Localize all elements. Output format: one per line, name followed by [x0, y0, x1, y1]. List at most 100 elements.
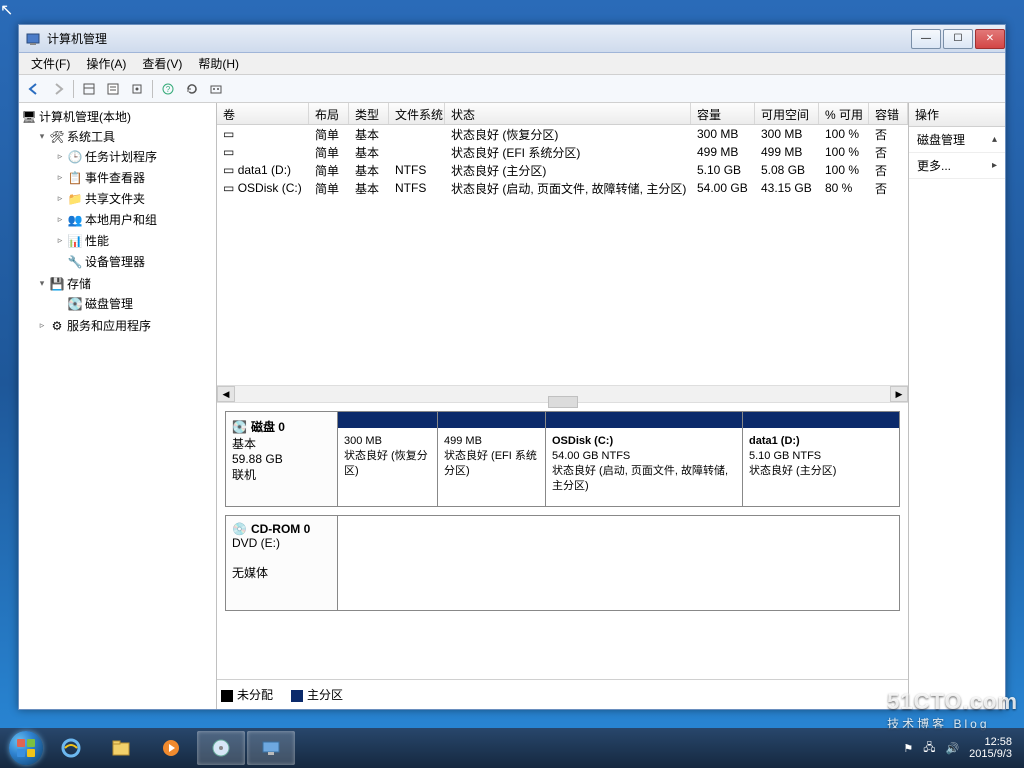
- cdrom-0-info[interactable]: 💿 CD-ROM 0 DVD (E:) 无媒体: [226, 516, 338, 610]
- tree-root[interactable]: 🖥 计算机管理(本地): [21, 107, 214, 126]
- volume-list-header[interactable]: 卷 布局 类型 文件系统 状态 容量 可用空间 % 可用 容错: [217, 103, 908, 125]
- col-fault[interactable]: 容错: [869, 103, 908, 124]
- tree-item-label: 设备管理器: [85, 253, 145, 270]
- content-pane: 卷 布局 类型 文件系统 状态 容量 可用空间 % 可用 容错 ▭ 简单 基本 …: [217, 103, 909, 709]
- expander-icon[interactable]: ▹: [37, 320, 47, 331]
- menu-action[interactable]: 操作(A): [78, 53, 134, 74]
- partition-osdisk[interactable]: OSDisk (C:) 54.00 GB NTFS 状态良好 (启动, 页面文件…: [546, 412, 743, 506]
- cdrom-0-row[interactable]: 💿 CD-ROM 0 DVD (E:) 无媒体: [225, 515, 900, 611]
- scroll-thumb[interactable]: [548, 396, 578, 408]
- col-capacity[interactable]: 容量: [691, 103, 755, 124]
- actions-disk-management[interactable]: 磁盘管理 ▴: [909, 127, 1005, 153]
- vol-status: 状态良好 (主分区): [445, 162, 691, 179]
- expander-icon[interactable]: ▹: [55, 235, 65, 246]
- vol-status: 状态良好 (EFI 系统分区): [445, 144, 691, 161]
- vol-cap: 499 MB: [691, 145, 755, 159]
- close-button[interactable]: ✕: [975, 29, 1005, 49]
- tree-shared-folders[interactable]: ▹📁共享文件夹: [21, 189, 214, 208]
- scroll-right-button[interactable]: ▶: [890, 386, 908, 402]
- system-tray[interactable]: ⚑ 🖧 🔊 12:58 2015/9/3: [903, 736, 1018, 760]
- properties-button[interactable]: [102, 78, 124, 100]
- actions-more[interactable]: 更多... ▸: [909, 153, 1005, 179]
- taskbar[interactable]: ⚑ 🖧 🔊 12:58 2015/9/3: [0, 728, 1024, 768]
- chevron-right-icon: ▸: [992, 160, 997, 171]
- vol-cap: 54.00 GB: [691, 181, 755, 195]
- taskbar-disc-app[interactable]: [197, 731, 245, 765]
- back-button[interactable]: [23, 78, 45, 100]
- event-icon: 📋: [67, 170, 83, 186]
- computer-icon: 🖥: [21, 109, 37, 125]
- legend: 未分配 主分区: [217, 679, 908, 709]
- expander-icon[interactable]: ▹: [55, 172, 65, 183]
- refresh-button[interactable]: [181, 78, 203, 100]
- expander-icon[interactable]: ▾: [37, 131, 47, 142]
- maximize-button[interactable]: ☐: [943, 29, 973, 49]
- tray-volume-icon[interactable]: 🔊: [945, 742, 959, 755]
- col-layout[interactable]: 布局: [309, 103, 349, 124]
- col-free[interactable]: 可用空间: [755, 103, 819, 124]
- taskbar-ie[interactable]: [47, 731, 95, 765]
- volume-row[interactable]: ▭ 简单 基本 状态良好 (恢复分区) 300 MB 300 MB 100 % …: [217, 125, 908, 143]
- volume-row[interactable]: ▭ data1 (D:) 简单 基本 NTFS 状态良好 (主分区) 5.10 …: [217, 161, 908, 179]
- services-icon: ⚙: [49, 318, 65, 334]
- help-button[interactable]: ?: [157, 78, 179, 100]
- part-status: 状态良好 (启动, 页面文件, 故障转储, 主分区): [552, 464, 736, 494]
- col-pctfree[interactable]: % 可用: [819, 103, 869, 124]
- tray-network-icon[interactable]: 🖧: [923, 739, 935, 758]
- vol-fault: 否: [869, 162, 908, 179]
- navigation-tree[interactable]: 🖥 计算机管理(本地) ▾ 🛠 系统工具 ▹🕒任务计划程序 ▹📋事件查看器 ▹📁…: [19, 103, 217, 709]
- start-button[interactable]: [6, 728, 46, 768]
- taskbar-explorer[interactable]: [97, 731, 145, 765]
- chevron-up-icon: ▴: [992, 134, 997, 145]
- view-button[interactable]: [78, 78, 100, 100]
- col-filesystem[interactable]: 文件系统: [389, 103, 445, 124]
- disk-0-info[interactable]: 💽 磁盘 0 基本 59.88 GB 联机: [226, 412, 338, 506]
- tree-local-users[interactable]: ▹👥本地用户和组: [21, 210, 214, 229]
- settings-button[interactable]: [205, 78, 227, 100]
- toolbar: ?: [19, 75, 1005, 103]
- partition-efi[interactable]: 499 MB 状态良好 (EFI 系统分区): [438, 412, 546, 506]
- volume-list[interactable]: ▭ 简单 基本 状态良好 (恢复分区) 300 MB 300 MB 100 % …: [217, 125, 908, 385]
- forward-button[interactable]: [47, 78, 69, 100]
- disk-0-row[interactable]: 💽 磁盘 0 基本 59.88 GB 联机 300 MB 状态良好 (恢复分区): [225, 411, 900, 507]
- part-status: 状态良好 (恢复分区): [344, 449, 431, 479]
- taskbar-computer-management[interactable]: [247, 731, 295, 765]
- tree-system-tools[interactable]: ▾ 🛠 系统工具: [21, 127, 214, 146]
- col-volume[interactable]: 卷: [217, 103, 309, 124]
- menu-help[interactable]: 帮助(H): [190, 53, 247, 74]
- tree-disk-management[interactable]: 💽磁盘管理: [21, 294, 214, 313]
- vol-fault: 否: [869, 126, 908, 143]
- tools-icon: 🛠: [49, 129, 65, 145]
- tree-device-manager[interactable]: 🔧设备管理器: [21, 252, 214, 271]
- expander-icon[interactable]: ▹: [55, 214, 65, 225]
- taskbar-media-player[interactable]: [147, 731, 195, 765]
- tree-performance[interactable]: ▹📊性能: [21, 231, 214, 250]
- volume-row[interactable]: ▭ OSDisk (C:) 简单 基本 NTFS 状态良好 (启动, 页面文件,…: [217, 179, 908, 197]
- tree-services-apps[interactable]: ▹ ⚙ 服务和应用程序: [21, 316, 214, 335]
- options-button[interactable]: [126, 78, 148, 100]
- expander-icon[interactable]: ▹: [55, 151, 65, 162]
- volume-row[interactable]: ▭ 简单 基本 状态良好 (EFI 系统分区) 499 MB 499 MB 10…: [217, 143, 908, 161]
- part-size: 499 MB: [444, 434, 539, 449]
- menu-view[interactable]: 查看(V): [134, 53, 190, 74]
- titlebar[interactable]: 计算机管理 — ☐ ✕: [19, 25, 1005, 53]
- scroll-left-button[interactable]: ◀: [217, 386, 235, 402]
- partition-recovery[interactable]: 300 MB 状态良好 (恢复分区): [338, 412, 438, 506]
- users-icon: 👥: [67, 212, 83, 228]
- tree-storage[interactable]: ▾ 💾 存储: [21, 274, 214, 293]
- col-type[interactable]: 类型: [349, 103, 389, 124]
- partition-data1[interactable]: data1 (D:) 5.10 GB NTFS 状态良好 (主分区): [743, 412, 899, 506]
- tree-item-label: 共享文件夹: [85, 190, 145, 207]
- tray-clock[interactable]: 12:58 2015/9/3: [969, 736, 1012, 760]
- device-icon: 🔧: [67, 254, 83, 270]
- tree-task-scheduler[interactable]: ▹🕒任务计划程序: [21, 147, 214, 166]
- col-status[interactable]: 状态: [445, 103, 691, 124]
- horizontal-scrollbar[interactable]: ◀ ▶: [217, 385, 908, 403]
- tray-flag-icon[interactable]: ⚑: [903, 742, 913, 755]
- tree-event-viewer[interactable]: ▹📋事件查看器: [21, 168, 214, 187]
- minimize-button[interactable]: —: [911, 29, 941, 49]
- expander-icon[interactable]: ▾: [37, 278, 47, 289]
- vol-layout: 简单: [309, 126, 349, 143]
- menu-file[interactable]: 文件(F): [23, 53, 78, 74]
- expander-icon[interactable]: ▹: [55, 193, 65, 204]
